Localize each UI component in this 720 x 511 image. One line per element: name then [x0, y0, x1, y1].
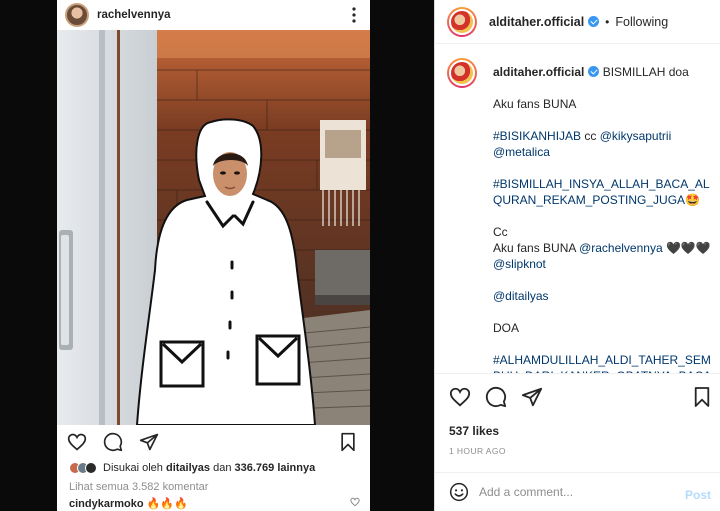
mention-link[interactable]: @metalica — [493, 145, 550, 159]
liked-by-user-link[interactable]: ditailyas — [166, 462, 210, 474]
liked-by-text: Disukai oleh ditailyas dan 336.769 lainn… — [103, 462, 315, 474]
more-options-icon[interactable] — [352, 7, 356, 23]
comment-like-icon[interactable] — [350, 497, 360, 507]
caption-username[interactable]: alditaher.official — [493, 65, 584, 79]
embedded-username[interactable]: rachelvennya — [97, 9, 171, 21]
bookmark-icon[interactable] — [693, 386, 711, 408]
post-header: alditaher.official • Following — [435, 0, 720, 44]
letterbox-left — [0, 0, 57, 511]
liked-by-mid: dan — [213, 461, 232, 474]
avatar[interactable] — [447, 6, 477, 37]
post-comment-button[interactable]: Post — [685, 488, 711, 502]
liked-by-count-link[interactable]: 336.769 lainnya — [235, 462, 316, 474]
embedded-post-screenshot: rachelvennya Disukai oleh ditailyas dan … — [0, 0, 434, 511]
hashtag-link[interactable]: #BISIKANHIJAB — [493, 129, 581, 143]
mention-link[interactable]: @ditailyas — [493, 289, 549, 303]
caption-line-fans: Aku fans BUNA — [493, 97, 577, 111]
comment-icon[interactable] — [103, 432, 123, 452]
hashtag-link[interactable]: #BISMILLAH_INSYA_ALLAH_BACA_ALQURAN_REKA… — [493, 177, 710, 207]
caption-fans-prefix: Aku fans BUNA — [493, 241, 576, 255]
liked-by-prefix: Disukai oleh — [103, 461, 163, 474]
comment-input[interactable] — [479, 485, 679, 499]
comment-username[interactable]: cindykarmoko — [69, 498, 144, 510]
share-icon[interactable] — [139, 432, 159, 452]
avatar — [85, 461, 97, 474]
add-comment-bar: Post — [435, 472, 720, 511]
caption-emoji: 🤩 — [685, 193, 700, 207]
post-photo — [57, 30, 370, 425]
mention-link[interactable]: @rachelvennya — [579, 241, 663, 255]
emoji-icon[interactable] — [449, 482, 469, 502]
following-button[interactable]: Following — [615, 15, 668, 29]
post-detail-panel: alditaher.official • Following alditaher… — [434, 0, 720, 511]
mention-link[interactable]: @kikysaputrii — [600, 129, 672, 143]
verified-badge-icon — [588, 66, 600, 77]
heart-icon[interactable] — [449, 386, 471, 408]
embedded-post-header: rachelvennya — [57, 0, 370, 30]
mention-link[interactable]: @slipknot — [493, 257, 546, 271]
embedded-likes-row: Disukai oleh ditailyas dan 336.769 lainn… — [69, 460, 315, 475]
hashtag-link[interactable]: #ALHAMDULILLAH_ALDI_TAHER_SEMBUH_DARI_KA… — [493, 353, 711, 373]
caption-hearts: 🖤🖤🖤 — [665, 241, 711, 255]
phone-screen: rachelvennya Disukai oleh ditailyas dan … — [57, 0, 370, 511]
bookmark-icon[interactable] — [339, 432, 357, 452]
separator-dot: • — [605, 14, 610, 29]
post-action-bar — [435, 380, 720, 414]
caption-lead: BISMILLAH doa — [602, 65, 689, 79]
post-username[interactable]: alditaher.official — [489, 15, 584, 29]
caption-cc: cc — [584, 129, 597, 143]
share-icon[interactable] — [521, 386, 543, 408]
letterbox-right — [370, 0, 434, 511]
caption-doa: DOA — [493, 321, 520, 335]
avatar[interactable] — [65, 3, 89, 27]
caption-cc2: Cc — [493, 225, 508, 239]
caption-area: alditaher.official BISMILLAH doa Aku fan… — [435, 44, 720, 374]
caption-text: alditaher.official BISMILLAH doa Aku fan… — [493, 64, 715, 373]
comment-icon[interactable] — [485, 386, 507, 408]
embedded-action-bar — [57, 428, 370, 456]
post-timestamp[interactable]: 1 HOUR AGO — [449, 446, 506, 456]
first-comment: cindykarmoko 🔥🔥🔥 — [69, 497, 188, 510]
comment-text: 🔥🔥🔥 — [146, 498, 188, 510]
verified-badge-icon — [588, 16, 600, 27]
view-all-comments-link[interactable]: Lihat semua 3.582 komentar — [69, 481, 208, 493]
likes-count[interactable]: 537 likes — [449, 424, 499, 438]
avatar[interactable] — [447, 58, 477, 88]
heart-icon[interactable] — [67, 432, 87, 452]
